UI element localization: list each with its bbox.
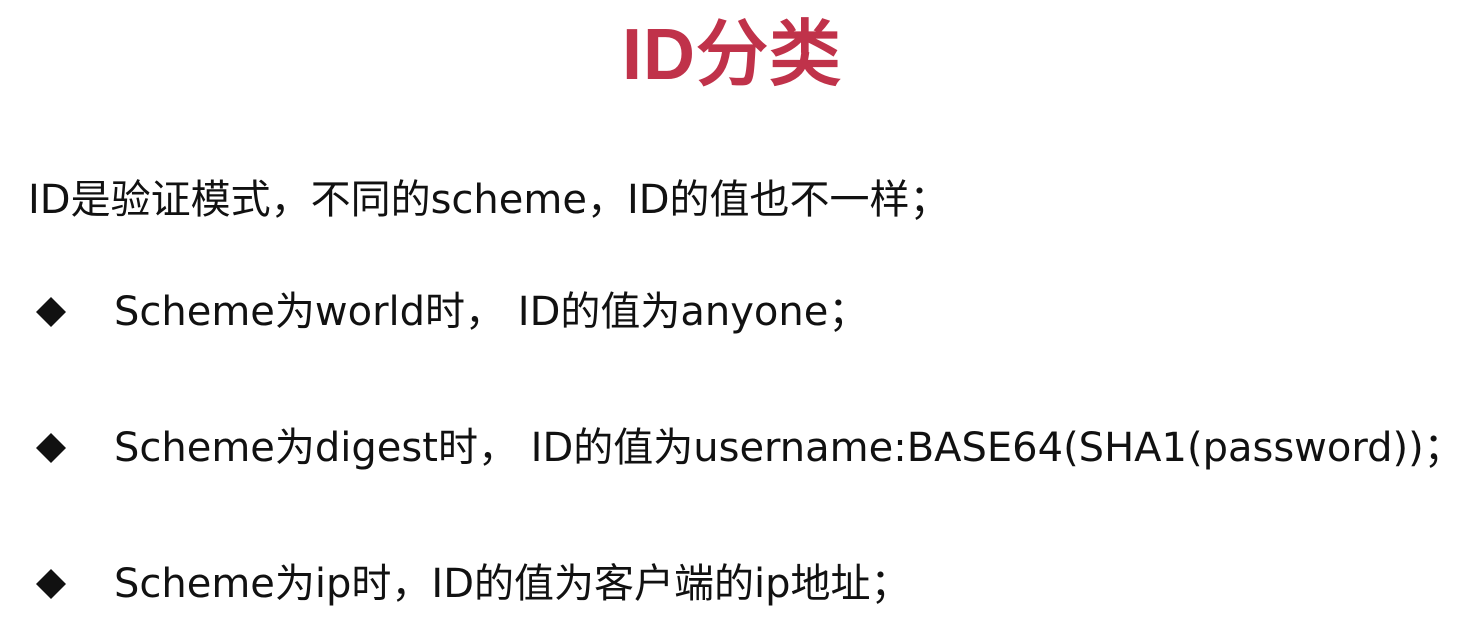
bullet-item-world: Scheme为world时， ID的值为anyone； bbox=[28, 280, 868, 344]
diamond-bullet-icon bbox=[36, 297, 66, 327]
bullet-text: Scheme为digest时， ID的值为username:BASE64(SHA… bbox=[114, 425, 1464, 471]
slide-title: ID分类 bbox=[621, 15, 842, 95]
diamond-bullet-icon bbox=[36, 433, 66, 463]
bullet-item-digest: Scheme为digest时， ID的值为username:BASE64(SHA… bbox=[28, 416, 1464, 480]
bullet-text: Scheme为world时， ID的值为anyone； bbox=[114, 289, 869, 335]
bullet-text: Scheme为ip时，ID的值为客户端的ip地址； bbox=[114, 561, 911, 607]
diamond-bullet-icon bbox=[36, 569, 66, 599]
bullet-item-ip: Scheme为ip时，ID的值为客户端的ip地址； bbox=[28, 552, 911, 616]
intro-text: ID是验证模式，不同的scheme，ID的值也不一样； bbox=[28, 177, 950, 223]
